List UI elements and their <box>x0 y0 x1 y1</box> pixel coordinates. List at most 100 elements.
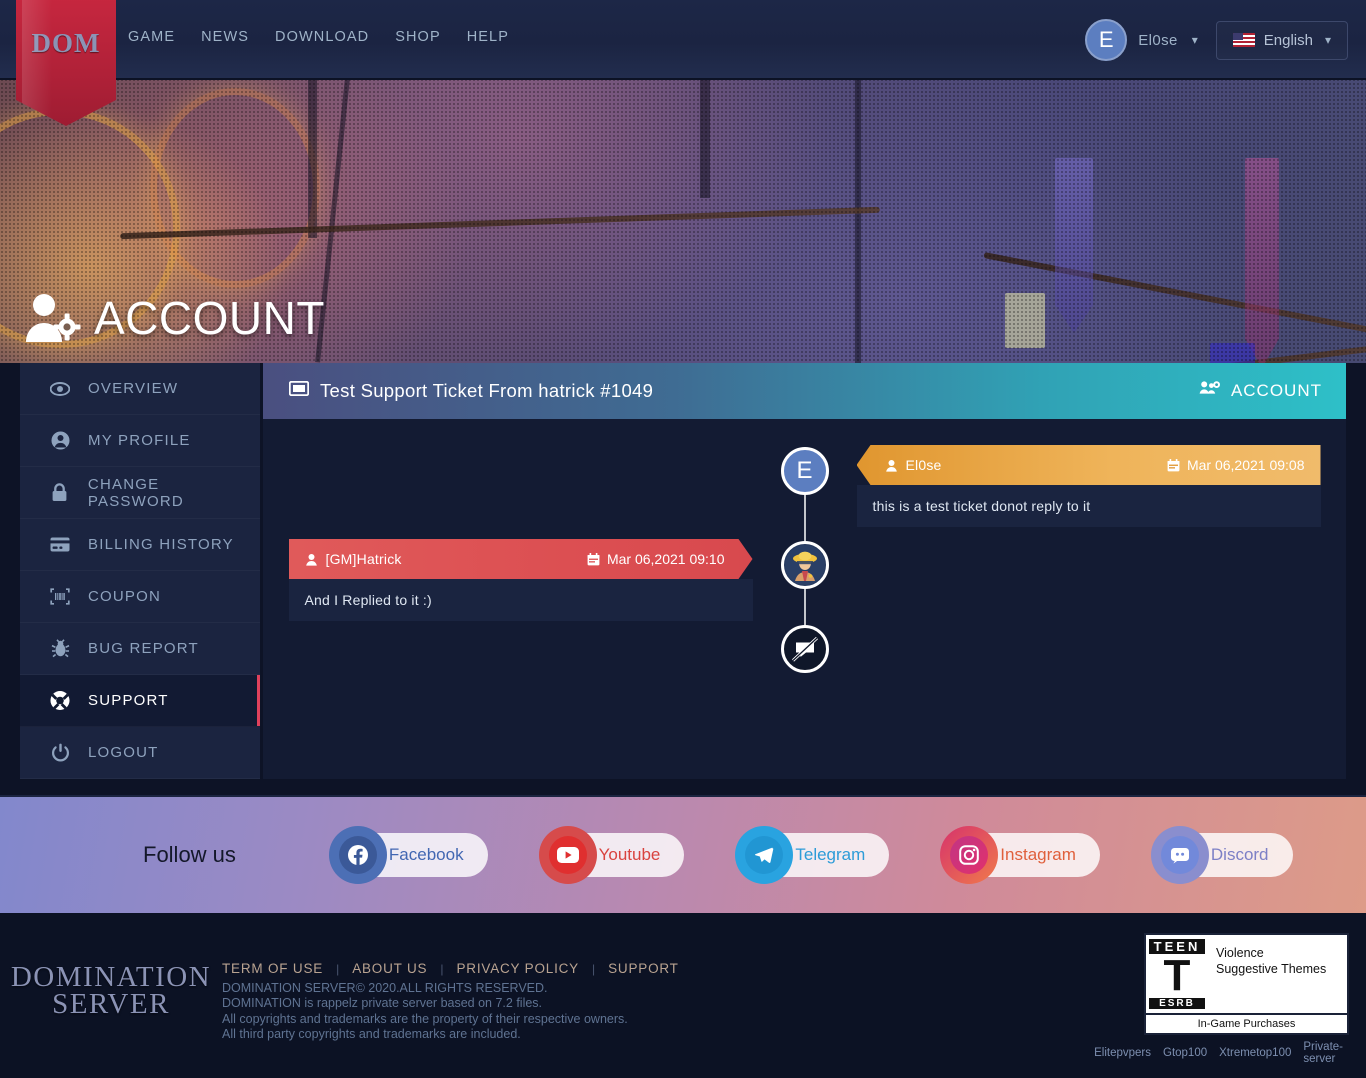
us-flag-icon <box>1232 33 1255 47</box>
divider: | <box>336 961 340 976</box>
nav-link-shop[interactable]: SHOP <box>395 29 441 45</box>
legal-line: DOMINATION SERVER© 2020.ALL RIGHTS RESER… <box>222 981 548 995</box>
esrb-rating: TEEN T ESRB Violence Suggestive Themes I… <box>1094 933 1349 1065</box>
lock-icon <box>50 483 70 503</box>
footer-link-about-us[interactable]: ABOUT US <box>352 961 427 976</box>
partner-link-elitepvpers[interactable]: Elitepvpers <box>1094 1047 1151 1059</box>
site-footer: DOMINATION SERVER TERM OF USE | ABOUT US… <box>0 913 1366 1078</box>
page-title: ACCOUNT <box>22 291 325 345</box>
social-label: Discord <box>1210 845 1269 864</box>
partner-link-private-server[interactable]: Private-server <box>1303 1041 1343 1065</box>
message-author-name: [GM]Hatrick <box>325 551 402 567</box>
avatar-initial: E <box>1098 27 1114 52</box>
esrb-org-label: ESRB <box>1149 998 1205 1009</box>
social-label: Youtube <box>598 845 661 864</box>
footer-link-term-of-use[interactable]: TERM OF USE <box>222 961 323 976</box>
legal-line: DOMINATION is rappelz private server bas… <box>222 996 543 1011</box>
user-icon <box>50 431 70 451</box>
sidebar-item-label: MY PROFILE <box>88 432 191 449</box>
sidebar-item-label: CHANGE PASSWORD <box>87 475 184 510</box>
message-body: And I Replied to it :) <box>288 579 753 621</box>
site-logo-text: DOM <box>31 28 101 58</box>
chevron-down-icon: ▾ <box>1324 33 1331 47</box>
ticket-header: Test Support Ticket From hatrick #1049 A… <box>263 363 1346 419</box>
ticket-message: El0se Mar 06,2021 09:08 this is a test t… <box>856 445 1321 527</box>
user-icon <box>305 553 318 566</box>
message-header: [GM]Hatrick Mar 06,2021 09:10 <box>289 539 753 579</box>
nav-link-game[interactable]: GAME <box>128 29 175 45</box>
message-author-name: El0se <box>905 457 942 473</box>
partner-link-gtop100[interactable]: Gtop100 <box>1163 1047 1207 1059</box>
calendar-icon <box>587 553 600 566</box>
instagram-icon <box>940 826 999 884</box>
footer-legal-text: DOMINATION SERVER© 2020.ALL RIGHTS RESER… <box>222 981 628 1043</box>
social-links: Facebook Youtube Telegram Instagram Disc… <box>328 826 1293 884</box>
nav-link-download[interactable]: DOWNLOAD <box>275 29 369 45</box>
footer-logo: DOMINATION SERVER <box>6 961 216 1021</box>
facebook-icon <box>328 826 387 884</box>
ticket-title: Test Support Ticket From hatrick #1049 <box>320 380 654 401</box>
card-icon <box>50 535 70 555</box>
message-date-text: Mar 06,2021 09:08 <box>1186 457 1305 473</box>
message-author: El0se <box>885 457 942 473</box>
sidebar-item-logout[interactable]: LOGOUT <box>20 727 260 779</box>
message-date: Mar 06,2021 09:08 <box>1167 457 1305 473</box>
legal-line: All copyrights and trademarks are the pr… <box>222 1011 628 1026</box>
partner-links: Elitepvpers Gtop100 Xtremetop100 Private… <box>1094 1041 1349 1065</box>
thread-node-closed <box>780 625 829 673</box>
calendar-icon <box>1167 458 1180 471</box>
user-name-label: El0se <box>1138 31 1178 49</box>
message-date: Mar 06,2021 09:10 <box>587 551 725 567</box>
top-navigation-bar: DOM GAME NEWS DOWNLOAD SHOP HELP E El0se… <box>0 0 1366 126</box>
chevron-down-icon: ▾ <box>1191 33 1198 47</box>
bug-icon <box>50 639 70 659</box>
social-link-instagram[interactable]: Instagram <box>940 826 1100 884</box>
youtube-icon <box>538 826 597 884</box>
ticket-icon <box>288 380 310 401</box>
discord-icon <box>1150 826 1209 884</box>
hero-banner: ACCOUNT <box>0 78 1366 363</box>
ticket-message: [GM]Hatrick Mar 06,2021 09:10 And I Repl… <box>288 539 753 621</box>
follow-us-bar: Follow us Facebook Youtube Telegram Inst… <box>0 795 1366 913</box>
footer-link-support[interactable]: SUPPORT <box>608 961 679 976</box>
social-link-facebook[interactable]: Facebook <box>328 826 488 884</box>
power-icon <box>50 743 70 763</box>
barcode-icon <box>50 587 70 607</box>
thread-node-avatar-user: E <box>780 447 829 495</box>
sidebar-item-bug-report[interactable]: BUG REPORT <box>20 623 260 675</box>
sidebar-item-support[interactable]: SUPPORT <box>20 675 260 727</box>
footer-link-privacy-policy[interactable]: PRIVACY POLICY <box>456 961 579 976</box>
nav-right-cluster: E El0se ▾ English ▾ <box>1085 0 1348 80</box>
eye-icon <box>50 379 70 399</box>
ticket-panel: Test Support Ticket From hatrick #1049 A… <box>263 363 1346 779</box>
legal-line: All third party copyrights and trademark… <box>222 1027 521 1042</box>
nav-link-news[interactable]: NEWS <box>201 29 249 45</box>
sidebar-item-label: LOGOUT <box>88 744 159 761</box>
social-link-youtube[interactable]: Youtube <box>538 826 685 884</box>
esrb-rating-letter: T <box>1163 951 1191 1000</box>
language-selector[interactable]: English ▾ <box>1215 20 1348 60</box>
divider: | <box>440 961 444 976</box>
users-gear-icon <box>1199 380 1221 402</box>
sidebar-item-my-profile[interactable]: MY PROFILE <box>20 415 260 467</box>
partner-link-xtremetop100[interactable]: Xtremetop100 <box>1219 1047 1291 1059</box>
nav-link-help[interactable]: HELP <box>467 29 509 45</box>
site-logo-ribbon[interactable]: DOM <box>16 0 116 126</box>
gm-character-avatar-icon <box>784 545 825 585</box>
sidebar-item-label: BILLING HISTORY <box>88 536 234 553</box>
user-menu[interactable]: E El0se ▾ <box>1085 19 1198 61</box>
social-link-discord[interactable]: Discord <box>1150 826 1293 884</box>
sidebar-item-billing-history[interactable]: BILLING HISTORY <box>20 519 260 571</box>
account-settings-icon <box>26 294 81 342</box>
ticket-thread: E El0se Mar 06,2021 09:08 this is a test… <box>263 419 1346 779</box>
esrb-interactive-element: In-Game Purchases <box>1144 1015 1349 1035</box>
message-header: El0se Mar 06,2021 09:08 <box>856 445 1321 485</box>
sidebar-item-label: OVERVIEW <box>88 380 179 397</box>
sidebar-item-overview[interactable]: OVERVIEW <box>20 363 260 415</box>
social-link-telegram[interactable]: Telegram <box>735 826 890 884</box>
avatar-initial: E <box>796 457 813 484</box>
sidebar-item-label: COUPON <box>88 588 162 605</box>
message-date-text: Mar 06,2021 09:10 <box>606 551 725 567</box>
sidebar-item-coupon[interactable]: COUPON <box>20 571 260 623</box>
sidebar-item-change-password[interactable]: CHANGE PASSWORD <box>20 467 260 519</box>
